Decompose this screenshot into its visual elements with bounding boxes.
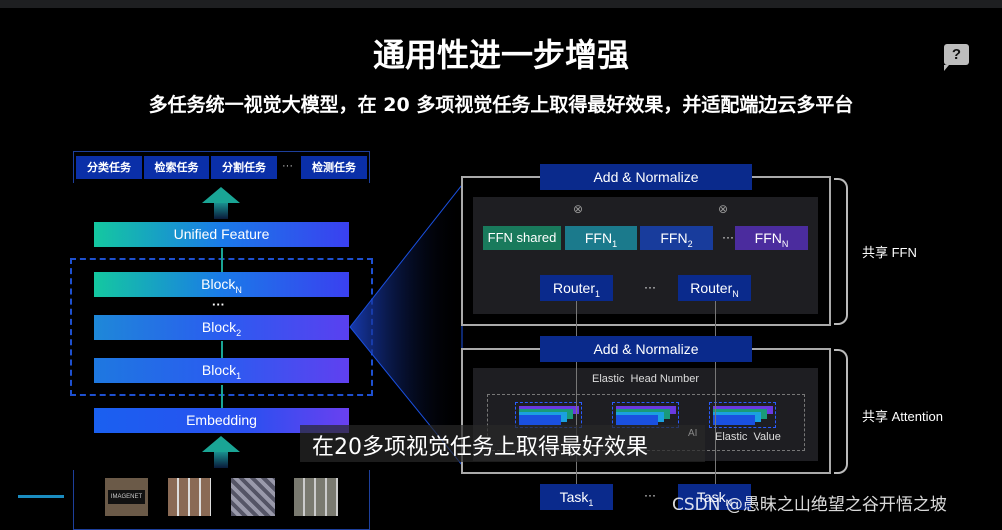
arrow-icon [221, 341, 223, 358]
arrow-icon [221, 385, 223, 408]
task-1: Task1 [540, 484, 613, 510]
progress-line [18, 495, 64, 498]
connector [576, 362, 577, 484]
caption-ai-badge: AI [688, 428, 698, 439]
task-label: Task [559, 489, 589, 505]
slide-title: 通用性进一步增强 [372, 36, 629, 74]
elastic-bars-icon [709, 402, 776, 428]
task-classification: 分类任务 [76, 156, 142, 179]
shared-attention-label: 共享 Attention [862, 409, 943, 424]
block-sub: N [235, 284, 242, 295]
ffn-sub: N [781, 238, 789, 249]
arrow-stem [214, 452, 228, 468]
connector [715, 301, 716, 336]
help-speech-bubble-icon[interactable]: ? [944, 44, 969, 71]
imagenet-thumbnail: IMAGENET [105, 478, 148, 516]
ffn-1: FFN1 [565, 226, 637, 250]
video-caption: 在20多项视觉任务上取得最好效果 [300, 425, 705, 462]
elastic-head-number: Elastic Head Number [592, 373, 699, 385]
arrow-stem [214, 203, 228, 219]
multiply-icon: ⊗ [718, 202, 729, 216]
arrow-icon [221, 248, 223, 272]
ffn-shared: FFN shared [483, 226, 561, 250]
clothes-thumbnail [231, 478, 275, 516]
add-normalize-bottom: Add & Normalize [540, 336, 752, 362]
ffn-sub: 2 [687, 238, 693, 249]
ffn-bracket [834, 178, 848, 325]
router-label: Router [552, 280, 595, 296]
ffn-n: FFNN [735, 226, 808, 250]
ffn-ellipsis: ··· [722, 230, 734, 244]
slide-subtitle: 多任务统一视觉大模型，在 20 多项视觉任务上取得最好效果，并适配端边云多平台 [148, 94, 854, 116]
faces-thumbnail [168, 478, 211, 516]
task-ellipsis: ··· [282, 160, 293, 172]
shared-ffn-label: 共享 FFN [862, 245, 917, 260]
up-arrow-icon [202, 436, 240, 452]
imagenet-logo: IMAGENET [108, 490, 145, 504]
connector [576, 301, 577, 336]
block-2: Block2 [94, 315, 349, 340]
router-n: RouterN [678, 275, 751, 301]
block-label: Block [201, 276, 236, 292]
block-sub: 2 [236, 327, 242, 338]
router-label: Router [690, 280, 733, 296]
task-retrieval: 检索任务 [144, 156, 209, 179]
block-label: Block [201, 362, 237, 378]
elastic-value-label: Elastic Value [715, 431, 781, 443]
block-1: Block1 [94, 358, 349, 383]
ffn-2: FFN2 [640, 226, 713, 250]
ffn-panel [473, 197, 818, 314]
block-label: Block [201, 319, 237, 335]
ffn-label: FFN [754, 230, 782, 246]
window-top-bar [0, 0, 1002, 8]
block-n: BlockN [94, 272, 349, 297]
multiply-icon: ⊗ [573, 202, 584, 216]
task-segmentation: 分割任务 [211, 156, 277, 179]
block-sub: 1 [236, 370, 242, 381]
watermark: CSDN @愚昧之山绝望之谷开悟之坡 [672, 495, 947, 515]
up-arrow-icon [202, 187, 240, 203]
router-ellipsis: ··· [644, 280, 656, 294]
router-1: Router1 [540, 275, 613, 301]
unified-feature: Unified Feature [94, 222, 349, 247]
ffn-label: FFN [584, 230, 613, 246]
attention-bracket [834, 349, 848, 474]
ffn-sub: 1 [612, 238, 618, 249]
ffn-label: FFN [660, 230, 688, 246]
router-sub: 1 [595, 288, 601, 299]
people-thumbnail [294, 478, 338, 516]
router-sub: N [732, 288, 739, 299]
task-sub: 1 [588, 497, 594, 508]
add-normalize-top: Add & Normalize [540, 164, 752, 190]
task-ellipsis: ··· [644, 488, 656, 502]
caption-text: 在20多项视觉任务上取得最好效果 [312, 435, 648, 460]
connector [715, 362, 716, 484]
block-ellipsis: ··· [212, 297, 225, 312]
